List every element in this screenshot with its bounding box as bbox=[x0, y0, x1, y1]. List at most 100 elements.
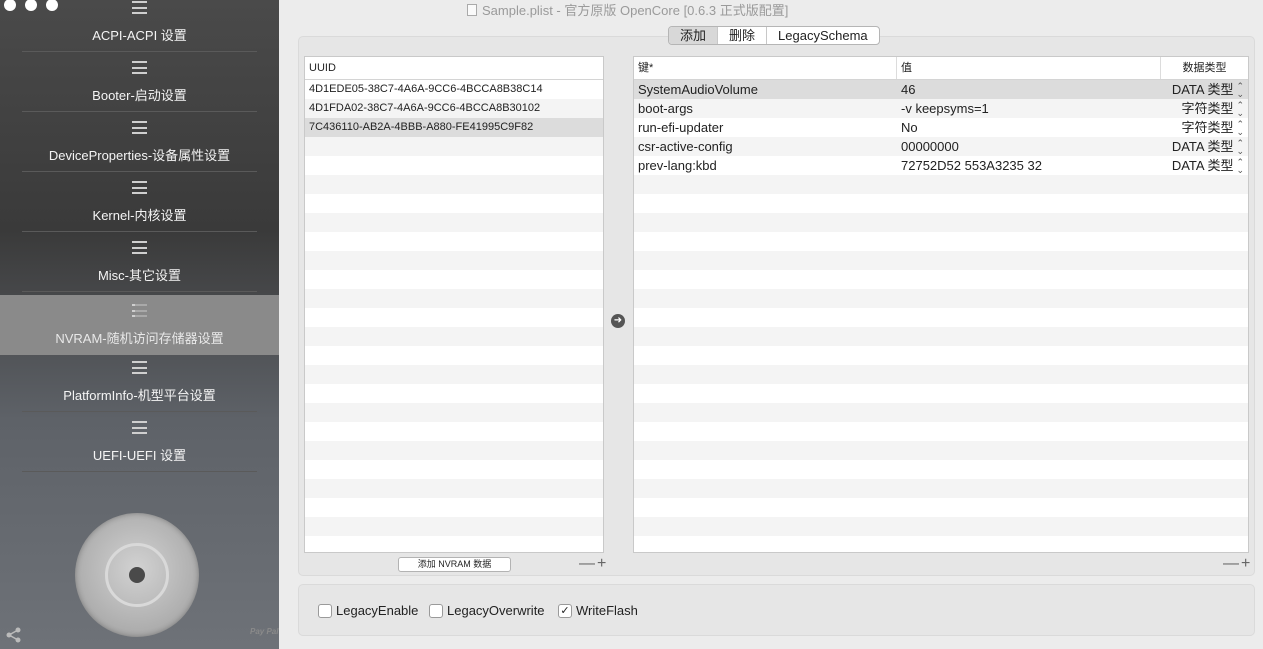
table-row[interactable] bbox=[634, 536, 1248, 552]
sidebar-item-uefi[interactable]: UEFI-UEFI 设置 bbox=[0, 412, 279, 472]
sidebar-item-acpi[interactable]: ACPI-ACPI 设置 bbox=[0, 0, 279, 52]
table-row[interactable] bbox=[305, 175, 603, 194]
type-popup[interactable]: 字符类型 ⌃ ⌄ bbox=[1161, 99, 1248, 118]
sidebar-item-kernel[interactable]: Kernel-内核设置 bbox=[0, 172, 279, 232]
tab-legacyschema[interactable]: LegacySchema bbox=[767, 27, 879, 44]
table-row[interactable] bbox=[305, 213, 603, 232]
table-row[interactable] bbox=[634, 384, 1248, 403]
table-row[interactable]: SystemAudioVolume 46 DATA 类型 ⌃ ⌄ bbox=[634, 80, 1248, 99]
table-row[interactable] bbox=[634, 365, 1248, 384]
table-row[interactable] bbox=[305, 441, 603, 460]
sidebar-item-deviceproperties[interactable]: DeviceProperties-设备属性设置 bbox=[0, 112, 279, 172]
uuid-column-header[interactable]: UUID bbox=[305, 57, 603, 79]
type-popup[interactable]: DATA 类型 ⌃ ⌄ bbox=[1161, 137, 1248, 156]
table-row[interactable] bbox=[634, 422, 1248, 441]
updown-chevron-icon: ⌃ ⌄ bbox=[1236, 156, 1244, 175]
checkbox-box[interactable] bbox=[429, 603, 443, 618]
type-column-header[interactable]: 数据类型 bbox=[1161, 57, 1248, 79]
table-row[interactable] bbox=[634, 289, 1248, 308]
table-row[interactable]: 4D1EDE05-38C7-4A6A-9CC6-4BCCA8B38C14 bbox=[305, 80, 603, 99]
table-row[interactable] bbox=[305, 327, 603, 346]
sidebar-item-label: Booter-启动设置 bbox=[92, 88, 187, 103]
sidebar-item-booter[interactable]: Booter-启动设置 bbox=[0, 52, 279, 112]
key-cell[interactable]: prev-lang:kbd bbox=[634, 156, 897, 175]
table-row[interactable] bbox=[634, 479, 1248, 498]
type-popup[interactable]: 字符类型 ⌃ ⌄ bbox=[1161, 118, 1248, 137]
type-label: 字符类型 bbox=[1181, 120, 1234, 135]
checkbox-box[interactable]: ✓ bbox=[558, 603, 572, 618]
table-row[interactable] bbox=[634, 327, 1248, 346]
sidebar: ACPI-ACPI 设置 Booter-启动设置 DevicePropertie… bbox=[0, 0, 279, 649]
table-row[interactable] bbox=[634, 441, 1248, 460]
sidebar-item-nvram[interactable]: NVRAM-随机访问存储器设置 bbox=[0, 295, 279, 355]
sidebar-item-label: NVRAM-随机访问存储器设置 bbox=[55, 331, 224, 346]
table-row[interactable] bbox=[305, 365, 603, 384]
table-row[interactable] bbox=[634, 270, 1248, 289]
key-cell[interactable]: SystemAudioVolume bbox=[634, 80, 897, 99]
key-cell[interactable]: run-efi-updater bbox=[634, 118, 897, 137]
document-icon bbox=[467, 3, 477, 16]
sidebar-item-misc[interactable]: Misc-其它设置 bbox=[0, 232, 279, 292]
type-popup[interactable]: DATA 类型 ⌃ ⌄ bbox=[1161, 156, 1248, 175]
table-row[interactable] bbox=[305, 536, 603, 552]
table-row[interactable] bbox=[305, 403, 603, 422]
table-row[interactable]: 7C436110-AB2A-4BBB-A880-FE41995C9F82 bbox=[305, 118, 603, 137]
table-row[interactable] bbox=[305, 289, 603, 308]
table-row[interactable] bbox=[305, 251, 603, 270]
table-row[interactable] bbox=[634, 498, 1248, 517]
uuid-table: UUID 4D1EDE05-38C7-4A6A-9CC6-4BCCA8B38C1… bbox=[304, 56, 604, 553]
table-row[interactable] bbox=[305, 517, 603, 536]
kv-add-remove-buttons[interactable]: —+ bbox=[1223, 555, 1252, 573]
table-row[interactable] bbox=[305, 194, 603, 213]
table-row[interactable] bbox=[305, 479, 603, 498]
value-cell[interactable]: 46 bbox=[897, 80, 1161, 99]
table-row[interactable] bbox=[305, 156, 603, 175]
table-row[interactable]: 4D1FDA02-38C7-4A6A-9CC6-4BCCA8B30102 bbox=[305, 99, 603, 118]
table-row[interactable] bbox=[305, 422, 603, 441]
write-flash-checkbox[interactable]: ✓ WriteFlash bbox=[558, 603, 638, 618]
table-row[interactable] bbox=[634, 460, 1248, 479]
value-cell[interactable]: No bbox=[897, 118, 1161, 137]
table-row[interactable] bbox=[634, 403, 1248, 422]
legacy-enable-checkbox[interactable]: LegacyEnable bbox=[318, 603, 418, 618]
table-row[interactable] bbox=[305, 270, 603, 289]
table-row[interactable] bbox=[634, 251, 1248, 270]
table-row[interactable] bbox=[305, 232, 603, 251]
tab-delete[interactable]: 删除 bbox=[718, 27, 768, 44]
table-row[interactable] bbox=[305, 460, 603, 479]
value-cell[interactable]: 72752D52 553A3235 32 bbox=[897, 156, 1161, 175]
list-icon bbox=[132, 304, 147, 317]
table-row[interactable] bbox=[634, 213, 1248, 232]
legacy-overwrite-checkbox[interactable]: LegacyOverwrite bbox=[429, 603, 545, 618]
checkbox-box[interactable] bbox=[318, 603, 332, 618]
key-column-header[interactable]: 键* bbox=[634, 57, 897, 79]
table-row[interactable] bbox=[305, 137, 603, 156]
value-column-header[interactable]: 值 bbox=[897, 57, 1161, 79]
key-cell[interactable]: csr-active-config bbox=[634, 137, 897, 156]
table-row[interactable]: prev-lang:kbd 72752D52 553A3235 32 DATA 类型… bbox=[634, 156, 1248, 175]
table-row[interactable] bbox=[634, 308, 1248, 327]
uuid-add-remove-buttons[interactable]: —+ bbox=[579, 555, 608, 573]
value-cell[interactable]: -v keepsyms=1 bbox=[897, 99, 1161, 118]
table-row[interactable] bbox=[634, 346, 1248, 365]
arrow-right-icon[interactable]: ➜ bbox=[611, 314, 625, 328]
table-row[interactable]: run-efi-updater No 字符类型 ⌃ ⌄ bbox=[634, 118, 1248, 137]
table-row[interactable] bbox=[305, 346, 603, 365]
share-icon[interactable] bbox=[5, 626, 23, 644]
tab-add[interactable]: 添加 bbox=[669, 27, 719, 44]
key-cell[interactable]: boot-args bbox=[634, 99, 897, 118]
table-row[interactable] bbox=[634, 175, 1248, 194]
paypal-button[interactable]: Pay Pal bbox=[250, 627, 278, 636]
table-row[interactable] bbox=[305, 384, 603, 403]
add-nvram-data-button[interactable]: 添加 NVRAM 数据 bbox=[398, 557, 511, 572]
table-row[interactable]: boot-args -v keepsyms=1 字符类型 ⌃ ⌄ bbox=[634, 99, 1248, 118]
type-popup[interactable]: DATA 类型 ⌃ ⌄ bbox=[1161, 80, 1248, 99]
table-row[interactable] bbox=[634, 232, 1248, 251]
table-row[interactable] bbox=[305, 308, 603, 327]
table-row[interactable] bbox=[634, 194, 1248, 213]
table-row[interactable] bbox=[634, 517, 1248, 536]
value-cell[interactable]: 00000000 bbox=[897, 137, 1161, 156]
table-row[interactable]: csr-active-config 00000000 DATA 类型 ⌃ ⌄ bbox=[634, 137, 1248, 156]
table-row[interactable] bbox=[305, 498, 603, 517]
sidebar-item-platforminfo[interactable]: PlatformInfo-机型平台设置 bbox=[0, 352, 279, 412]
